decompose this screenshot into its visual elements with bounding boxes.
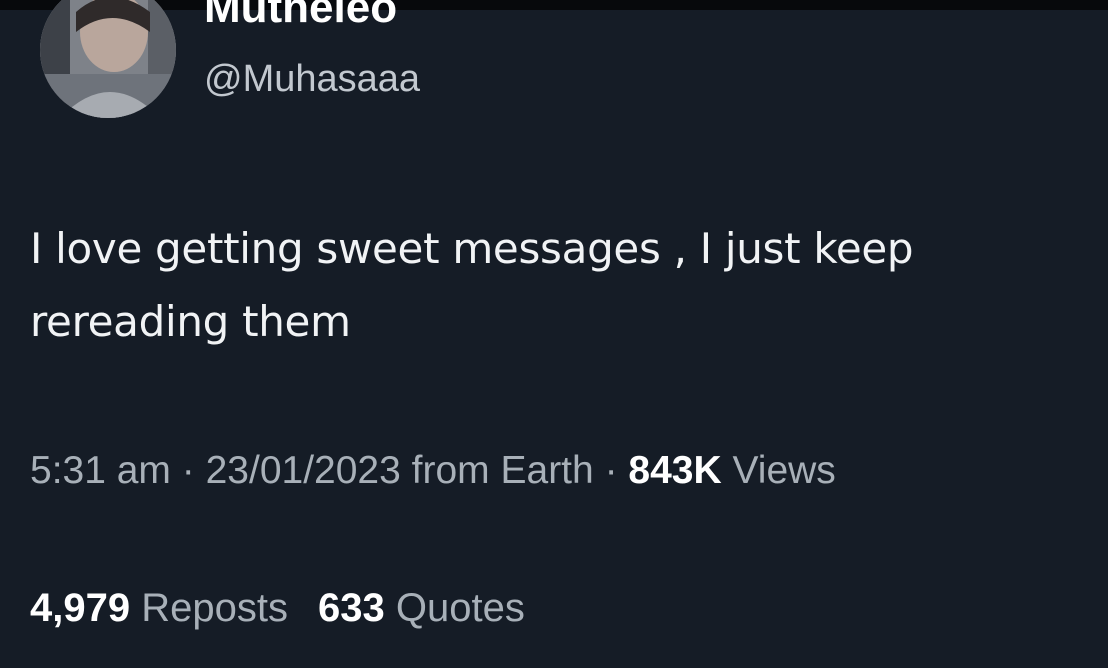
- tweet-meta: 5:31 am · 23/01/2023 from Earth · 843K V…: [30, 446, 836, 496]
- user-handle[interactable]: @Muhasaaa: [204, 56, 420, 102]
- quotes-link[interactable]: 633 Quotes: [318, 582, 525, 634]
- views-count[interactable]: 843K: [628, 449, 721, 492]
- meta-separator: ·: [604, 449, 618, 492]
- reposts-count: 4,979: [30, 586, 131, 630]
- tweet-screen: Mutheleo @Muhasaaa I love getting sweet …: [0, 0, 1108, 668]
- tweet-text: I love getting sweet messages , I just k…: [30, 212, 1090, 358]
- tweet-text-line: rereading them: [30, 297, 351, 346]
- quotes-label: Quotes: [395, 586, 525, 630]
- quotes-count: 633: [317, 586, 385, 630]
- tweet-time[interactable]: 5:31 am: [30, 449, 171, 492]
- views-label: Views: [732, 449, 836, 492]
- meta-separator: ·: [181, 449, 195, 492]
- reposts-label: Reposts: [141, 586, 288, 630]
- tweet-source: from Earth: [411, 449, 594, 492]
- tweet-text-line: I love getting sweet messages , I just k…: [30, 224, 914, 273]
- display-name[interactable]: Mutheleo: [204, 0, 397, 34]
- tweet-stats: 4,979 Reposts 633 Quotes: [30, 582, 525, 634]
- reposts-link[interactable]: 4,979 Reposts: [30, 582, 288, 634]
- top-bar: [0, 0, 1108, 10]
- avatar[interactable]: [40, 0, 176, 118]
- tweet-date[interactable]: 23/01/2023: [206, 449, 401, 492]
